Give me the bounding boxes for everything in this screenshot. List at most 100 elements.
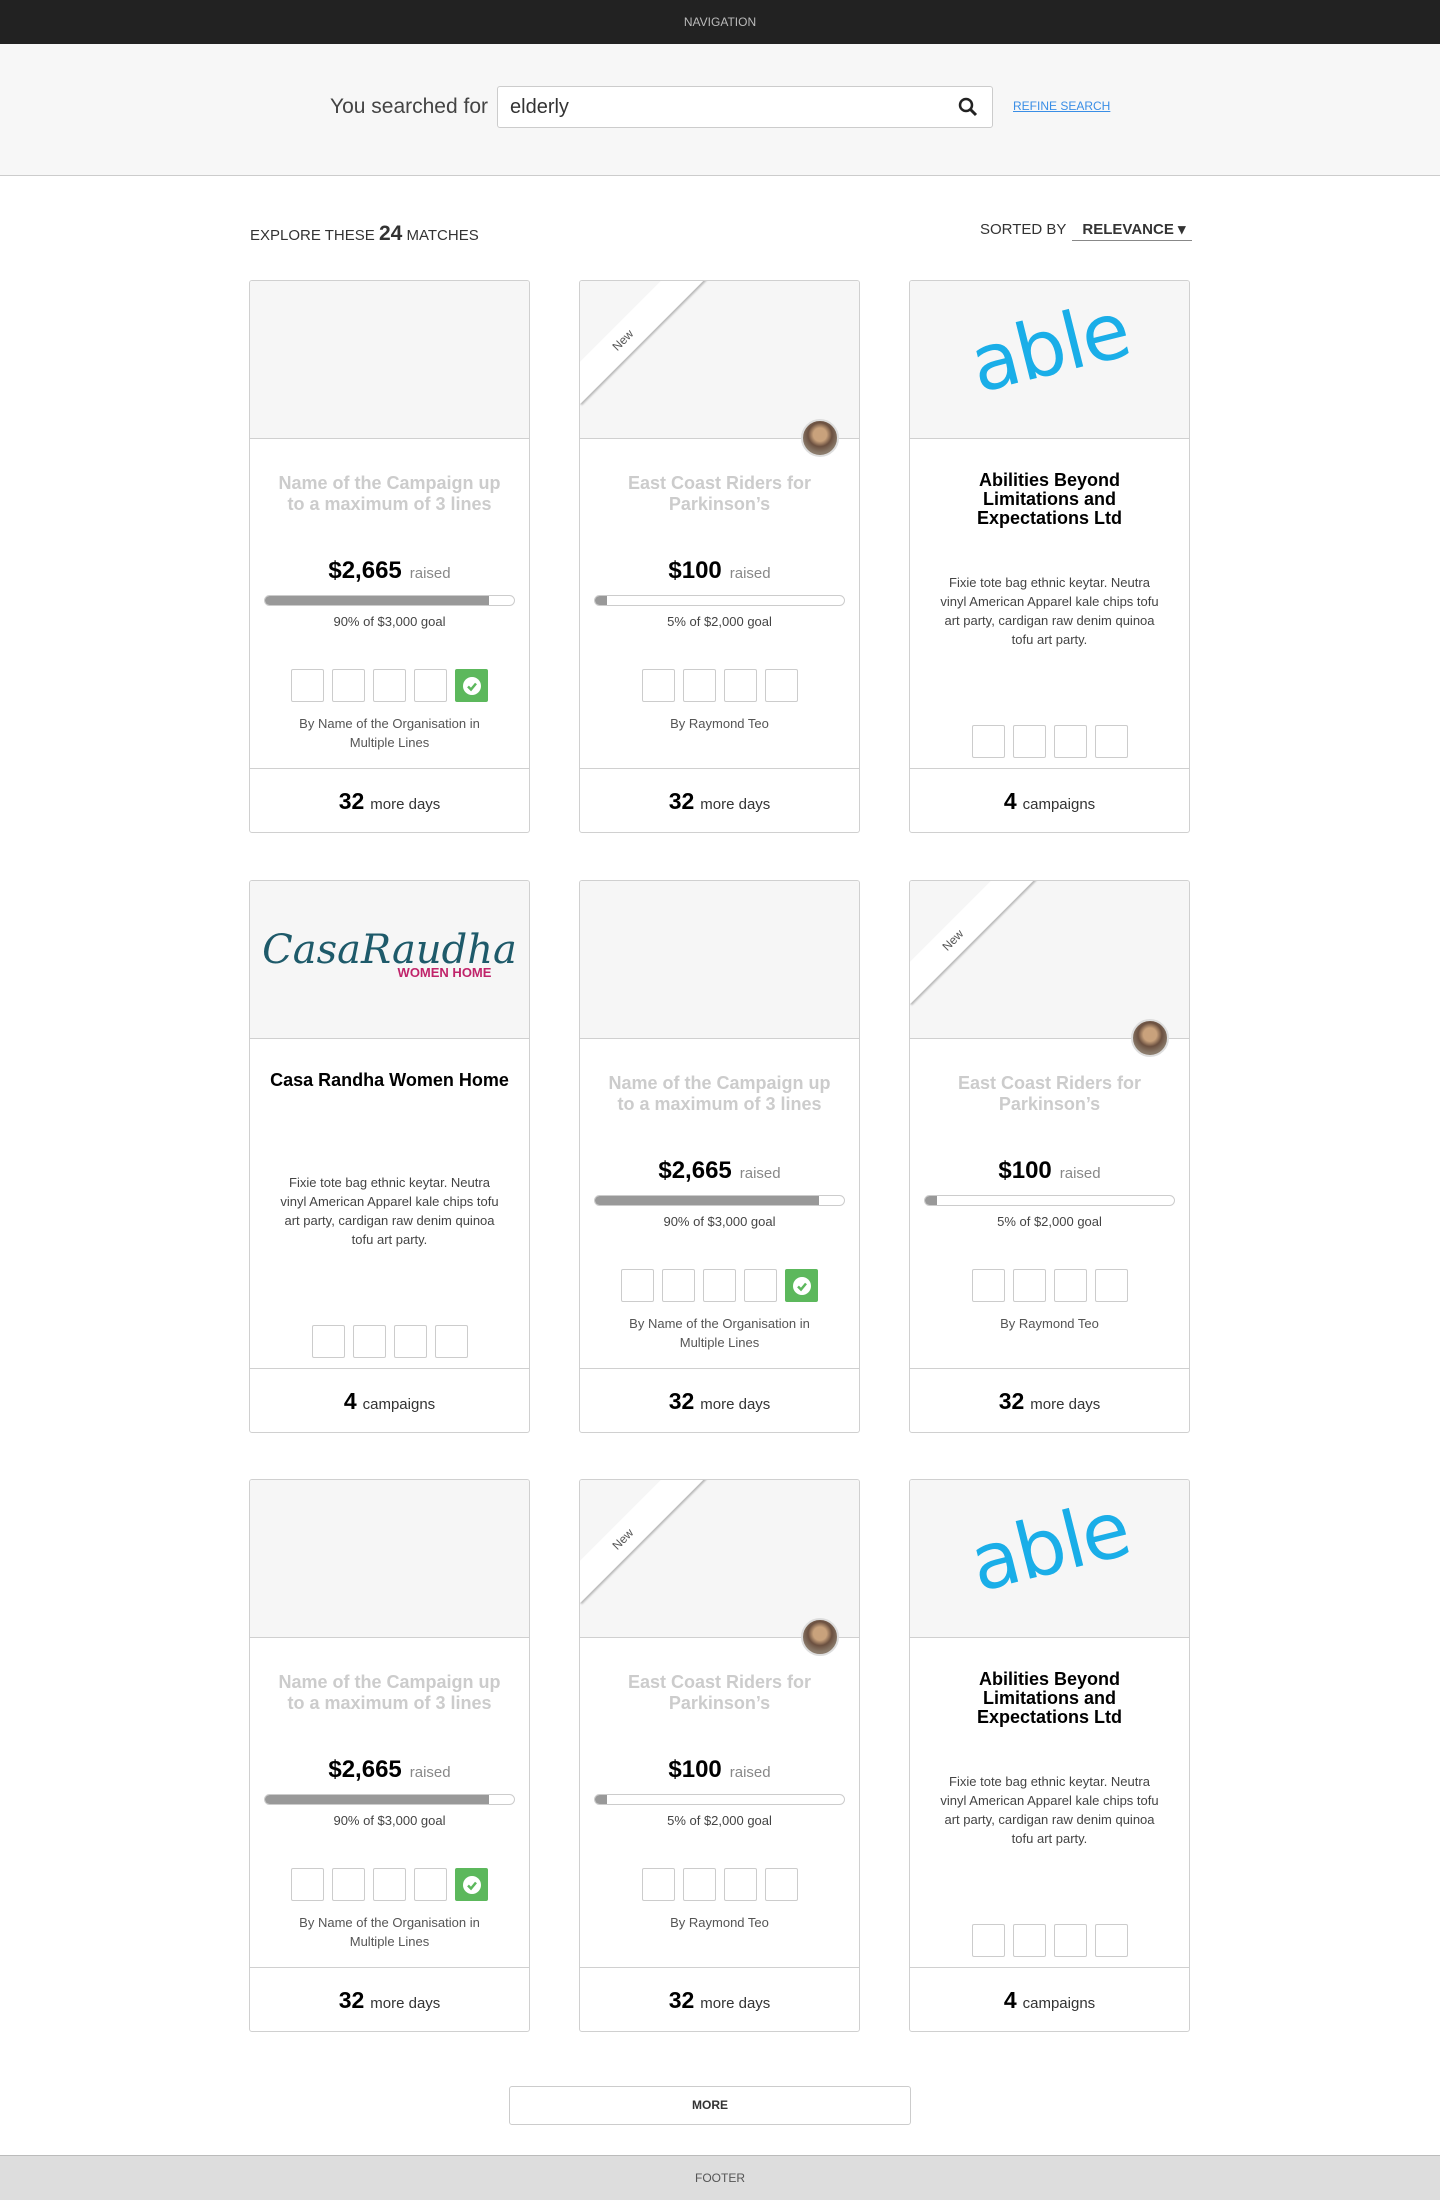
- organiser-text: By Name of the Organisation in Multiple …: [629, 1316, 810, 1350]
- campaign-card[interactable]: New East Coast Riders for Parkinson’s $100…: [909, 880, 1190, 1433]
- organisation-title[interactable]: Abilities Beyond Limitations and Expecta…: [930, 471, 1169, 528]
- organiser-text: By Raymond Teo: [670, 1915, 769, 1930]
- badge: [744, 1269, 777, 1302]
- raised-label: raised: [729, 565, 771, 582]
- footer-number: 4: [1003, 788, 1017, 814]
- navigation-bar: NAVIGATION: [0, 0, 1440, 44]
- progress-fill: [265, 596, 490, 605]
- organiser-text: By Raymond Teo: [670, 716, 769, 731]
- card-body: Casa Randha Women Home Fixie tote bag eth…: [250, 1039, 529, 1370]
- sort-dropdown[interactable]: RELEVANCE ▾: [1072, 220, 1192, 241]
- badge-row: [580, 669, 859, 702]
- progress-fill: [595, 596, 608, 605]
- badge: [641, 669, 675, 702]
- card-image: able: [910, 1480, 1189, 1638]
- organisation-description: Fixie tote bag ethnic keytar. Neutra vin…: [280, 1175, 499, 1247]
- organisation-title[interactable]: Casa Randha Women Home: [270, 1071, 509, 1090]
- card-footer: 32 more days: [580, 768, 859, 832]
- campaign-card[interactable]: Name of the Campaign up to a maximum of …: [249, 1479, 530, 2032]
- badge: [764, 1868, 798, 1901]
- organiser-text: By Name of the Organisation in Multiple …: [299, 1915, 480, 1949]
- badge-row: [250, 1868, 529, 1901]
- card-footer: 32 more days: [250, 768, 529, 832]
- campaign-card[interactable]: New East Coast Riders for Parkinson’s $100…: [579, 1479, 860, 2032]
- more-button[interactable]: MORE: [509, 2086, 911, 2125]
- amount-raised: $100 raised: [910, 1157, 1189, 1185]
- organiser-text: By Name of the Organisation in Multiple …: [299, 716, 480, 750]
- badge: [971, 1924, 1005, 1957]
- organisation-card[interactable]: able Abilities Beyond Limitations and Exp…: [909, 1479, 1190, 2032]
- amount-raised: $2,665 raised: [250, 557, 529, 585]
- campaign-card[interactable]: Name of the Campaign up to a maximum of …: [579, 880, 860, 1433]
- footer-label: more days: [700, 1995, 771, 2012]
- progress-bar: [594, 595, 845, 606]
- raised-label: raised: [729, 1764, 771, 1781]
- card-footer: 32 more days: [250, 1967, 529, 2031]
- progress-bar: [264, 595, 515, 606]
- search-label: You searched for: [330, 95, 489, 118]
- able-logo: able: [961, 285, 1138, 411]
- check-circle-icon: [462, 1875, 481, 1894]
- sort-control: SORTED BY RELEVANCE ▾: [980, 220, 1192, 241]
- campaign-title[interactable]: Name of the Campaign up to a maximum of …: [600, 1073, 839, 1115]
- check-circle-icon: [792, 1276, 811, 1295]
- new-label: New: [609, 1525, 637, 1553]
- card-footer: 32 more days: [580, 1368, 859, 1432]
- footer-number: 32: [338, 788, 365, 814]
- campaign-title[interactable]: East Coast Riders for Parkinson’s: [600, 473, 839, 515]
- progress-bar: [594, 1794, 845, 1805]
- badge: [1053, 1924, 1087, 1957]
- campaign-title[interactable]: East Coast Riders for Parkinson’s: [600, 1672, 839, 1714]
- raised-label: raised: [739, 1165, 781, 1182]
- badge: [1012, 1924, 1046, 1957]
- card-image: New: [580, 1480, 859, 1638]
- card-footer: 32 more days: [910, 1368, 1189, 1432]
- goal-text: 5% of $2,000 goal: [997, 1214, 1102, 1229]
- footer-label: campaigns: [1022, 796, 1096, 813]
- badge: [352, 1325, 386, 1358]
- search-input[interactable]: elderly: [497, 86, 993, 128]
- new-ribbon: New: [910, 881, 1045, 1004]
- card-body: Abilities Beyond Limitations and Expecta…: [910, 1638, 1189, 1969]
- search-icon[interactable]: [958, 97, 978, 117]
- card-image: New: [580, 281, 859, 439]
- campaign-title[interactable]: Name of the Campaign up to a maximum of …: [270, 1672, 509, 1714]
- amount-raised: $2,665 raised: [250, 1756, 529, 1784]
- casa-randha-logo: CasaRaudha WOMEN HOME: [250, 929, 529, 980]
- badge: [662, 1269, 695, 1302]
- campaign-title[interactable]: Name of the Campaign up to a maximum of …: [270, 473, 509, 515]
- chevron-down-icon: ▾: [1178, 221, 1186, 238]
- card-body: East Coast Riders for Parkinson’s $100 rai…: [580, 439, 859, 770]
- footer-label: more days: [700, 796, 771, 813]
- footer-number: 32: [668, 1987, 695, 2013]
- card-footer: 32 more days: [580, 1967, 859, 2031]
- campaign-card[interactable]: New East Coast Riders for Parkinson’s $100…: [579, 280, 860, 833]
- badge: [971, 725, 1005, 758]
- avatar[interactable]: [801, 1618, 839, 1656]
- able-logo: able: [961, 1484, 1138, 1610]
- progress-bar: [924, 1195, 1175, 1206]
- footer-label: more days: [700, 1396, 771, 1413]
- badge: [291, 1868, 324, 1901]
- badge: [1094, 725, 1128, 758]
- sorted-by-label: SORTED BY: [980, 221, 1067, 238]
- badge-row: [910, 725, 1189, 758]
- badge: [1053, 725, 1087, 758]
- badge: [332, 1868, 365, 1901]
- organisation-card[interactable]: CasaRaudha WOMEN HOME Casa Randha Women Ho…: [249, 880, 530, 1433]
- avatar[interactable]: [801, 419, 839, 457]
- organisation-card[interactable]: able Abilities Beyond Limitations and Exp…: [909, 280, 1190, 833]
- new-label: New: [609, 326, 637, 354]
- verified-badge: [785, 1269, 818, 1302]
- campaign-title[interactable]: East Coast Riders for Parkinson’s: [930, 1073, 1169, 1115]
- badge: [311, 1325, 345, 1358]
- organisation-title[interactable]: Abilities Beyond Limitations and Expecta…: [930, 1670, 1169, 1727]
- badge: [1012, 725, 1046, 758]
- campaign-card[interactable]: Name of the Campaign up to a maximum of …: [249, 280, 530, 833]
- avatar[interactable]: [1131, 1019, 1169, 1057]
- badge: [414, 1868, 447, 1901]
- refine-search-link[interactable]: REFINE SEARCH: [1013, 99, 1110, 113]
- badge: [434, 1325, 468, 1358]
- footer-label: more days: [1030, 1396, 1101, 1413]
- sort-value: RELEVANCE: [1082, 221, 1174, 238]
